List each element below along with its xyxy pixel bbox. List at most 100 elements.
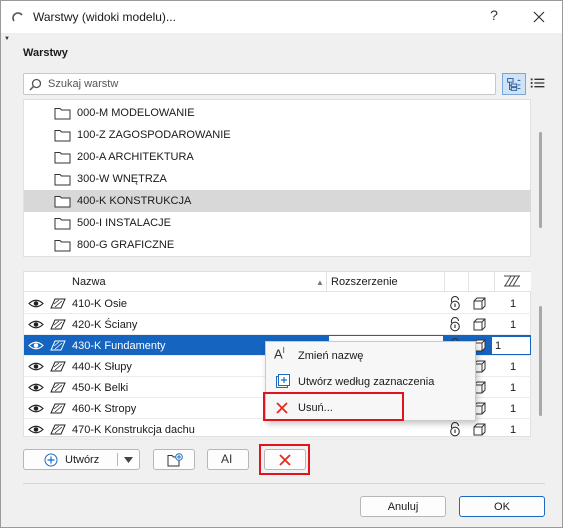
column-header-extension[interactable]: Rozszerzenie bbox=[331, 276, 398, 288]
menu-item-label: Utwórz według zaznaczenia bbox=[298, 376, 435, 388]
layer-tag-icon bbox=[50, 361, 66, 372]
layer-name: 420-K Ściany bbox=[72, 319, 138, 331]
table-row[interactable]: 470-K Konstrukcja dachu 1 bbox=[24, 419, 531, 440]
menu-item-label: Zmień nazwę bbox=[298, 350, 364, 362]
tree-view-icon bbox=[507, 78, 521, 91]
rename-icon: AI bbox=[221, 452, 233, 466]
delete-menu-highlight bbox=[263, 392, 404, 421]
table-header: Nazwa ▲ Rozszerzenie bbox=[24, 272, 531, 292]
wireframe-icon[interactable] bbox=[472, 422, 487, 437]
combo-label: 000-M MODELOWANIE bbox=[77, 107, 195, 119]
intersection-group-value[interactable]: 1 bbox=[510, 382, 516, 394]
combo-label: 500-I INSTALACJE bbox=[77, 217, 171, 229]
wireframe-icon[interactable] bbox=[472, 296, 487, 311]
combo-item[interactable]: 800-G GRAFICZNE bbox=[24, 234, 531, 256]
new-folder-button[interactable] bbox=[153, 449, 195, 470]
search-input[interactable] bbox=[48, 76, 488, 92]
layer-tag-icon bbox=[50, 298, 66, 309]
layers-scrollbar[interactable] bbox=[539, 306, 542, 416]
menu-item-rename[interactable]: AI Zmień nazwę bbox=[266, 344, 475, 368]
layers-dialog: Warstwy (widoki modelu)... ? ▼ Warstwy S… bbox=[0, 0, 563, 528]
layer-tag-icon bbox=[50, 382, 66, 393]
close-icon[interactable] bbox=[529, 7, 549, 27]
intersection-group-field[interactable]: 1 bbox=[491, 336, 531, 355]
title-bar: Warstwy (widoki modelu)... ? bbox=[1, 1, 562, 33]
ok-button-label: OK bbox=[494, 501, 510, 513]
combo-label: 300-W WNĘTRZA bbox=[77, 173, 167, 185]
collapse-caret-icon[interactable]: ▼ bbox=[4, 36, 10, 42]
layer-name: 470-K Konstrukcja dachu bbox=[72, 424, 195, 436]
folder-icon bbox=[54, 240, 71, 252]
combo-item-selected[interactable]: 400-K KONSTRUKCJA bbox=[24, 190, 531, 212]
combo-item[interactable]: 300-W WNĘTRZA bbox=[24, 168, 531, 190]
tree-view-button[interactable] bbox=[502, 73, 526, 95]
footer-divider bbox=[23, 483, 545, 484]
table-row[interactable]: 410-K Osie 1 bbox=[24, 293, 531, 314]
new-folder-icon bbox=[167, 453, 183, 467]
combo-label: 800-G GRAFICZNE bbox=[77, 239, 175, 251]
plus-circle-icon bbox=[44, 453, 58, 467]
combo-item[interactable]: 500-I INSTALACJE bbox=[24, 212, 531, 234]
list-view-button[interactable] bbox=[527, 73, 551, 95]
delete-button-highlight bbox=[259, 444, 310, 475]
window-title: Warstwy (widoki modelu)... bbox=[33, 10, 176, 24]
visibility-eye-icon[interactable] bbox=[28, 340, 44, 351]
layer-tag-icon bbox=[50, 424, 66, 435]
combo-item[interactable]: 200-A ARCHITEKTURA bbox=[24, 146, 531, 168]
ok-button[interactable]: OK bbox=[459, 496, 545, 517]
rename-icon: AI bbox=[274, 346, 285, 362]
folder-icon bbox=[54, 130, 71, 142]
layer-name: 460-K Stropy bbox=[72, 403, 137, 415]
search-box[interactable] bbox=[23, 73, 496, 95]
list-view-icon bbox=[530, 78, 545, 88]
combo-item[interactable]: 000-M MODELOWANIE bbox=[24, 102, 531, 124]
rename-button[interactable]: AI bbox=[207, 449, 249, 470]
menu-item-create-from-selection[interactable]: Utwórz według zaznaczenia bbox=[266, 370, 475, 394]
column-divider bbox=[326, 272, 327, 292]
visibility-eye-icon[interactable] bbox=[28, 403, 44, 414]
button-divider bbox=[117, 453, 118, 466]
intersection-group-value[interactable]: 1 bbox=[510, 403, 516, 415]
folder-icon bbox=[54, 108, 71, 120]
intersection-group-value[interactable]: 1 bbox=[510, 361, 516, 373]
column-divider bbox=[494, 272, 495, 292]
intersection-group-value[interactable]: 1 bbox=[510, 319, 516, 331]
combo-item[interactable]: 100-Z ZAGOSPODAROWANIE bbox=[24, 124, 531, 146]
help-button[interactable]: ? bbox=[484, 7, 504, 23]
layer-tag-icon bbox=[50, 403, 66, 414]
column-divider bbox=[468, 272, 469, 292]
table-row[interactable]: 420-K Ściany 1 bbox=[24, 314, 531, 335]
intersection-group-value[interactable]: 1 bbox=[510, 424, 516, 436]
lock-icon[interactable] bbox=[448, 316, 462, 332]
visibility-eye-icon[interactable] bbox=[28, 319, 44, 330]
column-divider bbox=[444, 272, 445, 292]
chevron-down-icon[interactable] bbox=[124, 457, 133, 463]
column-header-name[interactable]: Nazwa bbox=[72, 276, 106, 288]
combo-scrollbar[interactable] bbox=[539, 132, 542, 228]
layer-name: 430-K Fundamenty bbox=[72, 340, 166, 352]
visibility-eye-icon[interactable] bbox=[28, 298, 44, 309]
create-button[interactable]: Utwórz bbox=[23, 449, 140, 470]
section-title: Warstwy bbox=[23, 47, 68, 59]
intersection-group-value[interactable]: 1 bbox=[510, 298, 516, 310]
layer-combinations-list: 000-M MODELOWANIE 100-Z ZAGOSPODAROWANIE… bbox=[23, 99, 542, 257]
cancel-button[interactable]: Anuluj bbox=[360, 496, 446, 517]
folder-icon bbox=[54, 152, 71, 164]
visibility-eye-icon[interactable] bbox=[28, 424, 44, 435]
visibility-eye-icon[interactable] bbox=[28, 361, 44, 372]
visibility-eye-icon[interactable] bbox=[28, 382, 44, 393]
lock-icon[interactable] bbox=[448, 295, 462, 311]
layer-name: 450-K Belki bbox=[72, 382, 129, 394]
layer-tag-icon bbox=[50, 340, 66, 351]
wireframe-icon[interactable] bbox=[472, 317, 487, 332]
cancel-button-label: Anuluj bbox=[387, 501, 419, 513]
create-button-label: Utwórz bbox=[65, 454, 100, 466]
folder-icon bbox=[54, 174, 71, 186]
sort-ascending-icon: ▲ bbox=[316, 278, 324, 287]
lock-icon[interactable] bbox=[448, 421, 462, 437]
combo-label: 400-K KONSTRUKCJA bbox=[77, 195, 192, 207]
combo-label: 200-A ARCHITEKTURA bbox=[77, 151, 194, 163]
layer-name: 440-K Słupy bbox=[72, 361, 132, 373]
combo-label: 100-Z ZAGOSPODAROWANIE bbox=[77, 129, 231, 141]
layer-name: 410-K Osie bbox=[72, 298, 128, 310]
